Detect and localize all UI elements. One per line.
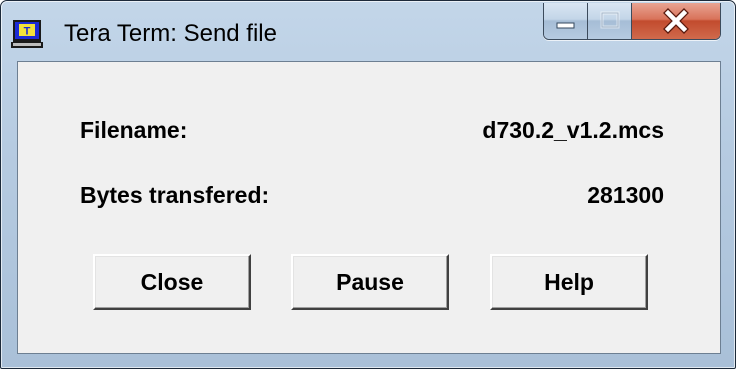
window-close-button[interactable] — [632, 3, 720, 39]
dialog-body: Filename: d730.2_v1.2.mcs Bytes transfer… — [17, 61, 721, 354]
filename-value: d730.2_v1.2.mcs — [482, 117, 664, 143]
send-file-dialog: T Tera Term: Send file Filename: d730.2_… — [0, 0, 736, 369]
minimize-button[interactable] — [544, 3, 588, 39]
pause-button[interactable]: Pause — [291, 254, 449, 310]
filename-label: Filename: — [80, 117, 188, 143]
close-icon — [663, 8, 689, 34]
svg-text:T: T — [24, 26, 31, 38]
title-bar[interactable]: T Tera Term: Send file — [1, 1, 735, 61]
maximize-button[interactable] — [588, 3, 632, 39]
bytes-transfered-value: 281300 — [587, 182, 664, 208]
close-button[interactable]: Close — [93, 254, 251, 310]
tera-term-icon[interactable]: T — [11, 19, 45, 49]
maximize-icon — [600, 11, 620, 29]
minimize-icon — [556, 22, 575, 29]
caption-buttons — [543, 3, 721, 40]
bytes-transfered-label: Bytes transfered: — [80, 182, 270, 208]
window-title: Tera Term: Send file — [64, 20, 277, 47]
help-button[interactable]: Help — [490, 254, 648, 310]
